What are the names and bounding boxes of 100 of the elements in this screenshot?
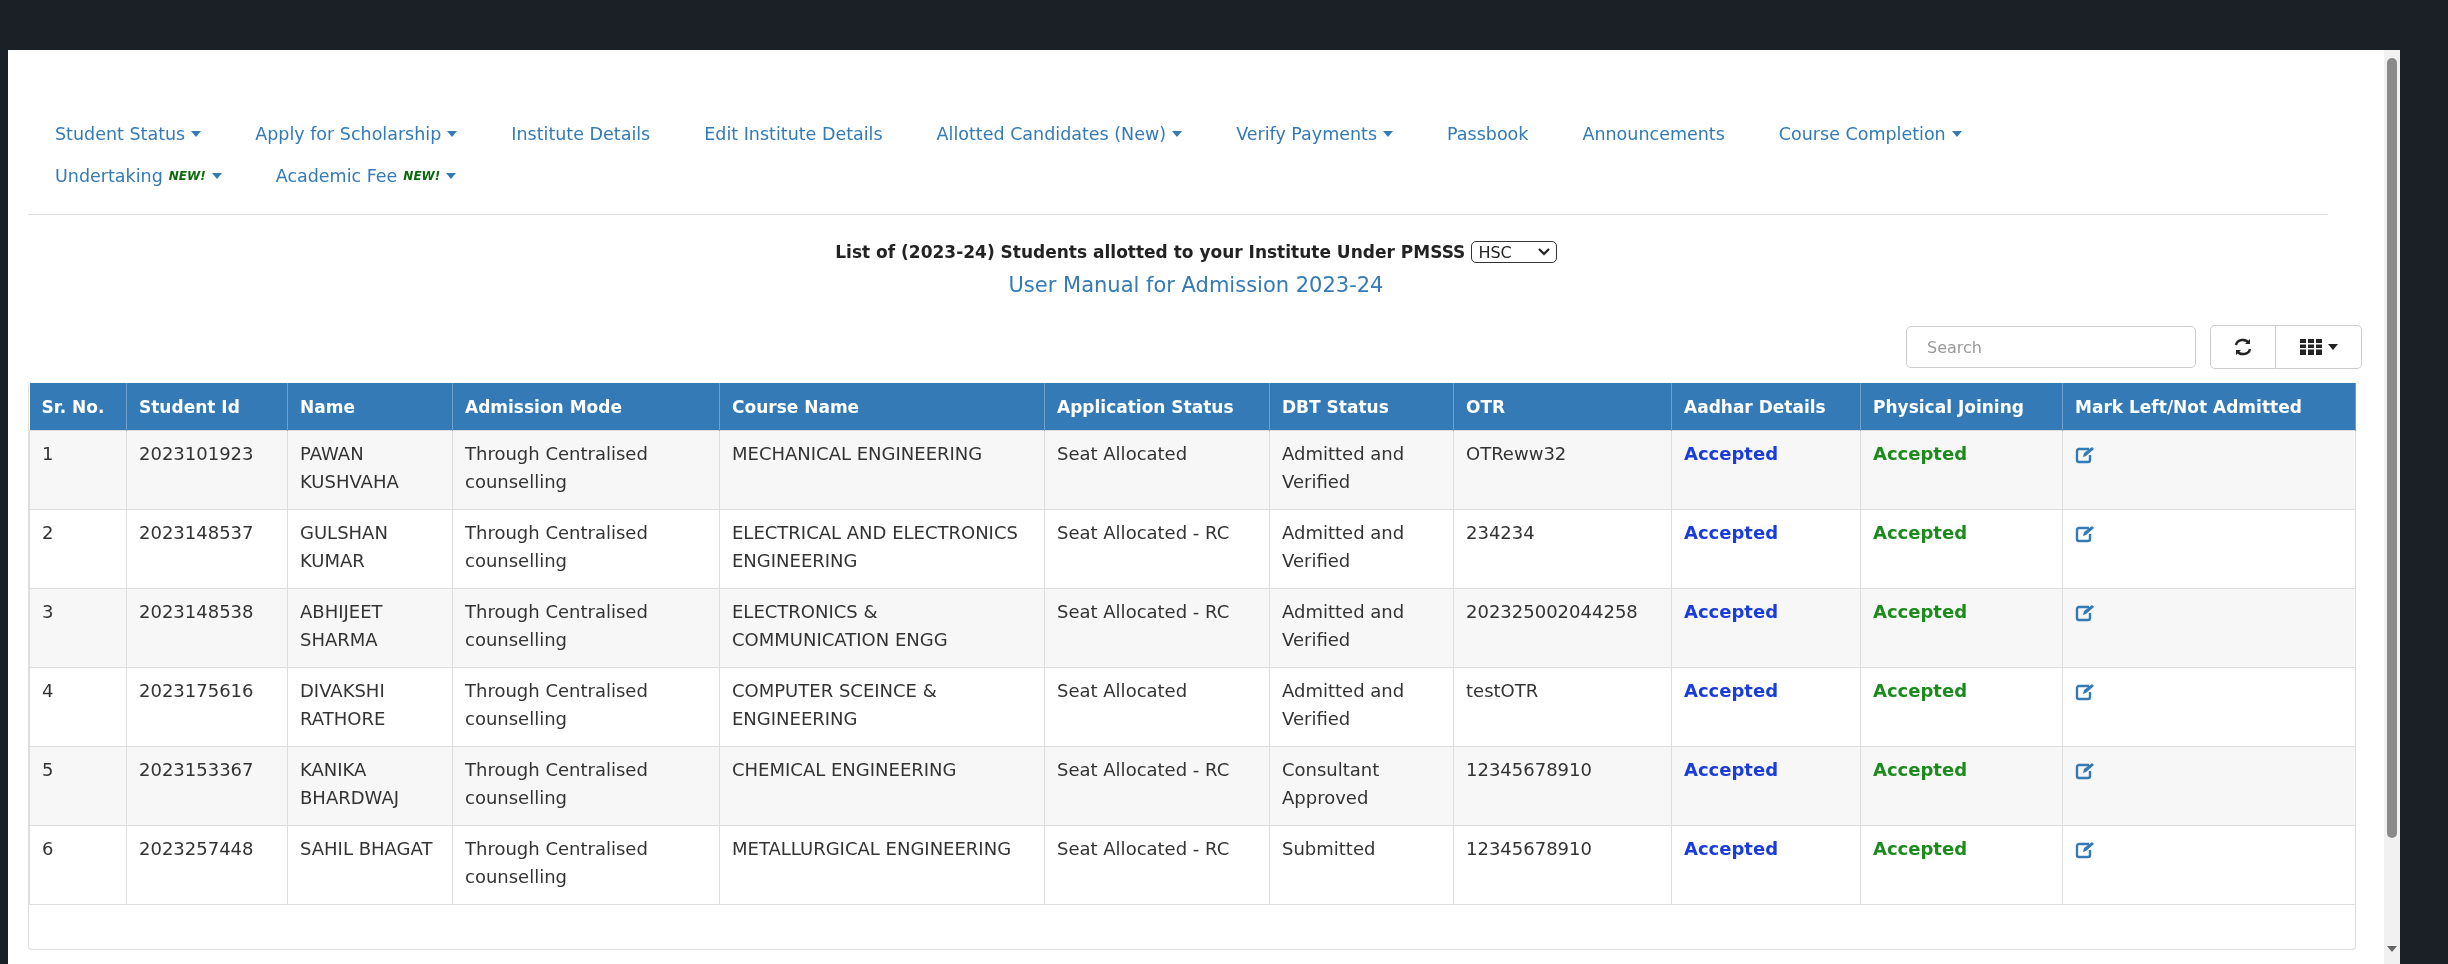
- edit-icon[interactable]: [2075, 762, 2095, 780]
- joining-status-cell: Accepted: [1860, 430, 2063, 510]
- scroll-down-icon[interactable]: [2387, 946, 2397, 952]
- nav-menu-link[interactable]: Verify Payments: [1209, 120, 1421, 162]
- table-cell: 4: [29, 667, 127, 747]
- table-cell: 3: [29, 588, 127, 668]
- edit-icon[interactable]: [2075, 446, 2095, 464]
- nav-menu-link[interactable]: Announcements: [1555, 120, 1752, 162]
- table-cell: 2023175616: [126, 667, 288, 747]
- table-cell: 2023148537: [126, 509, 288, 589]
- aadhar-status-cell: Accepted: [1671, 825, 1861, 905]
- table-cell: Through Centralised counselling: [452, 588, 720, 668]
- nav-menu-link[interactable]: Institute Details: [484, 120, 678, 162]
- refresh-button[interactable]: [2210, 325, 2276, 369]
- table-cell: testOTR: [1453, 667, 1672, 747]
- aadhar-status-cell: Accepted: [1671, 588, 1861, 668]
- table-cell: 5: [29, 746, 127, 826]
- category-select[interactable]: HSC: [1471, 241, 1557, 263]
- scrollbar[interactable]: [2384, 50, 2400, 964]
- aadhar-status-cell: Accepted: [1671, 746, 1861, 826]
- table-cell: Seat Allocated - RC: [1044, 509, 1270, 589]
- table-cell: Admitted and Verified: [1269, 588, 1454, 668]
- table-cell: Seat Allocated - RC: [1044, 588, 1270, 668]
- nav-menu-link[interactable]: Student Status: [28, 120, 229, 162]
- table-cell: Through Centralised counselling: [452, 825, 720, 905]
- search-field[interactable]: Search: [1906, 326, 2196, 368]
- table-cell: COMPUTER SCEINCE & ENGINEERING: [719, 667, 1045, 747]
- table-cell: Admitted and Verified: [1269, 509, 1454, 589]
- column-header: Course Name: [719, 383, 1045, 431]
- table-cell: METALLURGICAL ENGINEERING: [719, 825, 1045, 905]
- joining-status-cell: Accepted: [1860, 509, 2063, 589]
- table-cell: 6: [29, 825, 127, 905]
- edit-icon[interactable]: [2075, 604, 2095, 622]
- column-header: Mark Left/Not Admitted: [2062, 383, 2356, 431]
- new-label: NEW!: [403, 169, 441, 183]
- joining-status-cell: Accepted: [1860, 667, 2063, 747]
- edit-icon[interactable]: [2075, 683, 2095, 701]
- table-cell: ABHIJEET SHARMA: [287, 588, 453, 668]
- table-cell: Through Centralised counselling: [452, 509, 720, 589]
- table-cell: 2023257448: [126, 825, 288, 905]
- nav-menu-link[interactable]: Academic Fee NEW!: [248, 162, 484, 204]
- aadhar-status-cell: Accepted: [1671, 430, 1861, 510]
- table-cell: 2023148538: [126, 588, 288, 668]
- table-cell: 234234: [1453, 509, 1672, 589]
- nav-menu-link[interactable]: Undertaking NEW!: [28, 162, 249, 204]
- table-cell: 1: [29, 430, 127, 510]
- table-cell: 2023153367: [126, 746, 288, 826]
- aadhar-status-cell: Accepted: [1671, 509, 1861, 589]
- table-cell: OTReww32: [1453, 430, 1672, 510]
- scrollbar-thumb[interactable]: [2387, 58, 2397, 838]
- columns-icon: [2299, 339, 2322, 355]
- table-cell: 202325002044258: [1453, 588, 1672, 668]
- table-cell: Admitted and Verified: [1269, 667, 1454, 747]
- column-header: Sr. No.: [29, 383, 127, 431]
- column-header: DBT Status: [1269, 383, 1454, 431]
- table-cell: 2: [29, 509, 127, 589]
- nav-menu-link[interactable]: Apply for Scholarship: [228, 120, 485, 162]
- edit-icon[interactable]: [2075, 841, 2095, 859]
- table-cell: Consultant Approved: [1269, 746, 1454, 826]
- table-cell: ELECTRICAL AND ELECTRONICS ENGINEERING: [719, 509, 1045, 589]
- table-cell: KANIKA BHARDWAJ: [287, 746, 453, 826]
- table-cell: Through Centralised counselling: [452, 667, 720, 747]
- new-label: NEW!: [168, 169, 206, 183]
- table-cell: ELECTRONICS & COMMUNICATION ENGG: [719, 588, 1045, 668]
- refresh-icon: [2233, 338, 2253, 356]
- table-cell: Admitted and Verified: [1269, 430, 1454, 510]
- column-header: Aadhar Details: [1671, 383, 1861, 431]
- caret-icon: [2327, 344, 2338, 350]
- table-cell: 12345678910: [1453, 825, 1672, 905]
- user-manual-link[interactable]: User Manual for Admission 2023-24: [1008, 273, 1384, 297]
- edit-icon[interactable]: [2075, 525, 2095, 543]
- chevron-icon: [1537, 248, 1550, 256]
- joining-status-cell: Accepted: [1860, 825, 2063, 905]
- nav-menu-link[interactable]: Allotted Candidates (New): [909, 120, 1210, 162]
- list-heading: List of (2023-24) Students allotted to your Institute Under PMSSS: [835, 242, 1466, 262]
- table-cell: SAHIL BHAGAT: [287, 825, 453, 905]
- nav-menu-link[interactable]: Passbook: [1420, 120, 1556, 162]
- joining-status-cell: Accepted: [1860, 588, 2063, 668]
- table-cell: Seat Allocated - RC: [1044, 746, 1270, 826]
- nav-menu-link[interactable]: Course Completion: [1751, 120, 1989, 162]
- column-header: Student Id: [126, 383, 288, 431]
- column-header: Admission Mode: [452, 383, 720, 431]
- table-cell: Submitted: [1269, 825, 1454, 905]
- column-header: Physical Joining: [1860, 383, 2063, 431]
- table-cell: CHEMICAL ENGINEERING: [719, 746, 1045, 826]
- aadhar-status-cell: Accepted: [1671, 667, 1861, 747]
- table-cell: Seat Allocated: [1044, 430, 1270, 510]
- column-header: Application Status: [1044, 383, 1270, 431]
- table-cell: DIVAKSHI RATHORE: [287, 667, 453, 747]
- columns-button[interactable]: [2276, 325, 2362, 369]
- table-cell: Through Centralised counselling: [452, 430, 720, 510]
- table-cell: 12345678910: [1453, 746, 1672, 826]
- nav-menu-link[interactable]: Edit Institute Details: [677, 120, 910, 162]
- table-cell: PAWAN KUSHVAHA: [287, 430, 453, 510]
- table-cell: MECHANICAL ENGINEERING: [719, 430, 1045, 510]
- table-cell: Seat Allocated - RC: [1044, 825, 1270, 905]
- joining-status-cell: Accepted: [1860, 746, 2063, 826]
- column-header: Name: [287, 383, 453, 431]
- table-cell: Through Centralised counselling: [452, 746, 720, 826]
- column-header: OTR: [1453, 383, 1672, 431]
